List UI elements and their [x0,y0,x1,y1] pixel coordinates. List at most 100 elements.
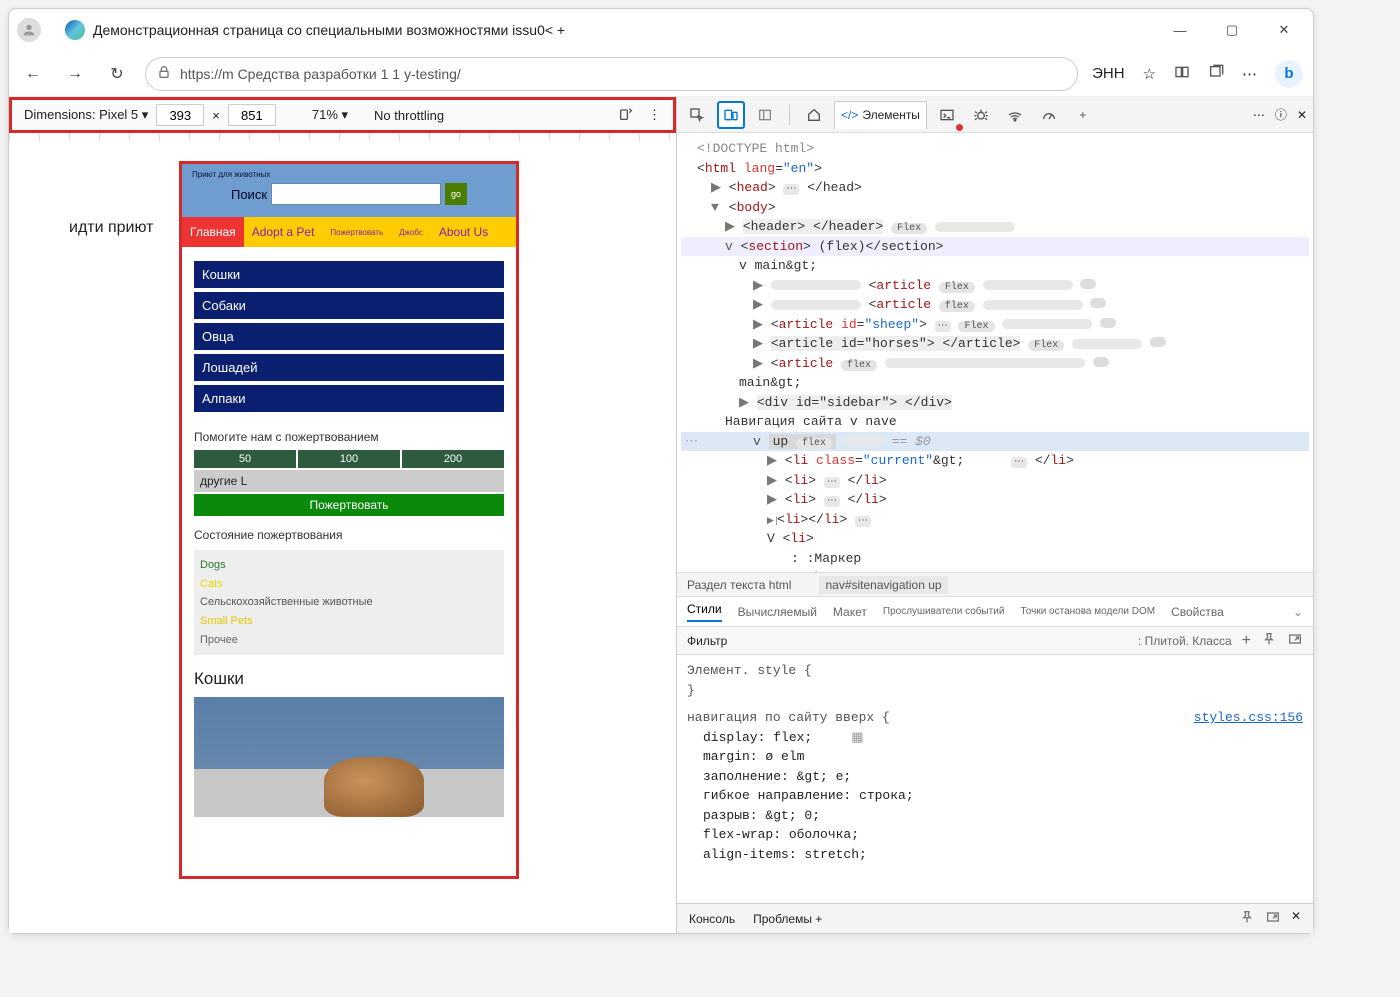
dom-article1[interactable]: ▶ <article Flex [681,276,1309,296]
dom-breadcrumb[interactable]: Раздел текста html nav#sitenavigation up [677,573,1313,597]
console-tab[interactable]: Консоль [689,912,735,926]
forward-button[interactable]: → [61,60,89,88]
list-item[interactable]: Алпаки [194,385,504,412]
dom-ul[interactable]: ⋯v up flex == $0 [681,432,1309,452]
add-tab-icon[interactable]: + [1069,101,1097,129]
close-button[interactable]: ✕ [1269,15,1299,45]
height-input[interactable] [228,104,276,126]
dom-head[interactable]: ▶ <head> ⋯ </head> [681,178,1309,198]
nav-home[interactable]: Главная [182,217,244,247]
donate-other[interactable]: другие L [194,470,504,492]
donate-50[interactable]: 50 [194,450,296,468]
dom-tree[interactable]: <!DOCTYPE html> <html lang="en"> ▶ <head… [677,133,1313,573]
element-style-rule[interactable]: Элемент. style { } [687,661,1303,700]
list-item[interactable]: Лошадей [194,354,504,381]
split-icon[interactable] [1174,64,1190,84]
dom-sidebar[interactable]: ▶ <div id="sidebar"> </div> [681,393,1309,413]
hov-cls[interactable]: : Плитой. Класса [1138,634,1232,648]
breadcrumb-seg1[interactable]: Раздел текста html [687,578,791,592]
source-link[interactable]: styles.css:156 [1194,708,1303,728]
bing-icon[interactable]: b [1275,60,1303,88]
dimensions-dropdown[interactable]: Dimensions: Pixel 5 ▾ [24,107,148,123]
dom-article2[interactable]: ▶ <article flex [681,295,1309,315]
bug-icon[interactable] [967,101,995,129]
favorite-icon[interactable]: ☆ [1143,65,1156,83]
list-item[interactable]: Собаки [194,292,504,319]
dom-article-sheep[interactable]: ▶ <article id="sheep"> ⋯ Flex [681,315,1309,335]
welcome-tab-icon[interactable] [800,101,828,129]
address-bar[interactable]: https://m Средства разработки 1 1 y-test… [145,57,1078,91]
go-button[interactable]: go [445,183,467,205]
maximize-button[interactable]: ▢ [1217,15,1247,45]
dom-nav-label[interactable]: Навигация сайта v nave [681,412,1309,432]
device-more-icon[interactable]: ⋮ [648,107,661,123]
profile-avatar[interactable] [17,18,41,42]
dom-li5[interactable]: V <li> [681,529,1309,549]
dom-article3[interactable]: ▶ <article flex [681,354,1309,374]
dom-header[interactable]: ▶ <header> </header> Flex [681,217,1309,237]
tab-breakpoints[interactable]: Точки останова модели DOM [1020,606,1155,617]
performance-icon[interactable] [1035,101,1063,129]
add-rule-icon[interactable]: + [1242,632,1251,650]
nav-about[interactable]: About Us [431,217,496,247]
donate-submit[interactable]: Пожертвовать [194,494,504,516]
list-item[interactable]: Кошки [194,261,504,288]
drawer-pop-icon[interactable] [1265,909,1281,928]
throttling-dropdown[interactable]: No throttling [374,108,444,123]
refresh-button[interactable]: ↻ [103,60,131,88]
dom-body[interactable]: ▼ <body> [681,198,1309,218]
reader-badge[interactable]: ЭНН [1092,65,1124,82]
dom-main-close[interactable]: main&gt; [681,373,1309,393]
drawer-pin-icon[interactable] [1239,909,1255,928]
zoom-dropdown[interactable]: 71% ▾ [312,107,348,123]
styles-body[interactable]: Элемент. style { } навигация по сайту вв… [677,655,1313,903]
devtools-more-icon[interactable]: ⋯ [1253,108,1265,122]
search-input[interactable] [271,183,441,205]
device-emulation-icon[interactable] [717,101,745,129]
tab-properties[interactable]: Свойства [1171,605,1224,619]
inspect-icon[interactable] [683,101,711,129]
nav-adopt[interactable]: Adopt a Pet [244,217,323,247]
tab-layout[interactable]: Макет [833,605,867,619]
dom-doctype[interactable]: <!DOCTYPE html> [681,139,1309,159]
help-icon[interactable]: ⓘ [1275,106,1287,123]
elements-tab[interactable]: </> Элементы [834,101,927,129]
dom-marker[interactable]: : :Маркер [681,549,1309,569]
dom-section[interactable]: v <section> (flex)</section> [681,237,1309,257]
panel-pop-icon[interactable] [1287,631,1303,650]
dom-article-horses[interactable]: ▶ <article id="horses"> </article> Flex [681,334,1309,354]
dom-li2[interactable]: ▶ <li> ⋯ </li> [681,471,1309,491]
flex-editor-icon[interactable]: ▦ [851,730,863,745]
more-icon[interactable]: ⋯ [1242,65,1257,83]
network-icon[interactable] [1001,101,1029,129]
back-button[interactable]: ← [19,60,47,88]
tab-computed[interactable]: Вычисляемый [738,605,817,619]
minimize-button[interactable]: — [1165,15,1195,45]
list-item[interactable]: Овца [194,323,504,350]
collections-icon[interactable] [1208,64,1224,84]
devtools-close-icon[interactable]: ✕ [1297,108,1307,122]
browser-tab[interactable]: Демонстрационная страница со специальным… [57,20,573,40]
dom-a-her[interactable]: <a her Нам [681,568,1309,573]
drawer-close-icon[interactable]: ✕ [1291,909,1301,928]
donate-200[interactable]: 200 [402,450,504,468]
nav-donate[interactable]: Пожертвовать [322,217,391,247]
panel-icon[interactable] [751,101,779,129]
issues-tab[interactable]: Проблемы + [753,912,822,926]
dom-main-open[interactable]: v main&gt; [681,256,1309,276]
nav-rule[interactable]: навигация по сайту вверх {styles.css:156… [687,708,1303,864]
dom-li4[interactable]: ▶|<li></li> ⋯ [681,510,1309,530]
tab-styles[interactable]: Стили [687,602,722,622]
pin-icon[interactable] [1261,631,1277,650]
dom-html[interactable]: <html lang="en"> [681,159,1309,179]
nav-jobs[interactable]: Джобс [391,217,431,247]
dom-li3[interactable]: ▶ <li> ⋯ </li> [681,490,1309,510]
donate-100[interactable]: 100 [298,450,400,468]
dom-li-current[interactable]: ▶ <li class="current"&gt; ⋯ </li> [681,451,1309,471]
tab-listeners[interactable]: Прослушиватели событий [883,606,1005,617]
width-input[interactable] [156,104,204,126]
rotate-icon[interactable] [618,106,634,125]
console-tab-icon[interactable] [933,101,961,129]
chevron-down-icon[interactable]: ⌄ [1293,605,1303,619]
filter-label[interactable]: Фильтр [687,634,727,648]
